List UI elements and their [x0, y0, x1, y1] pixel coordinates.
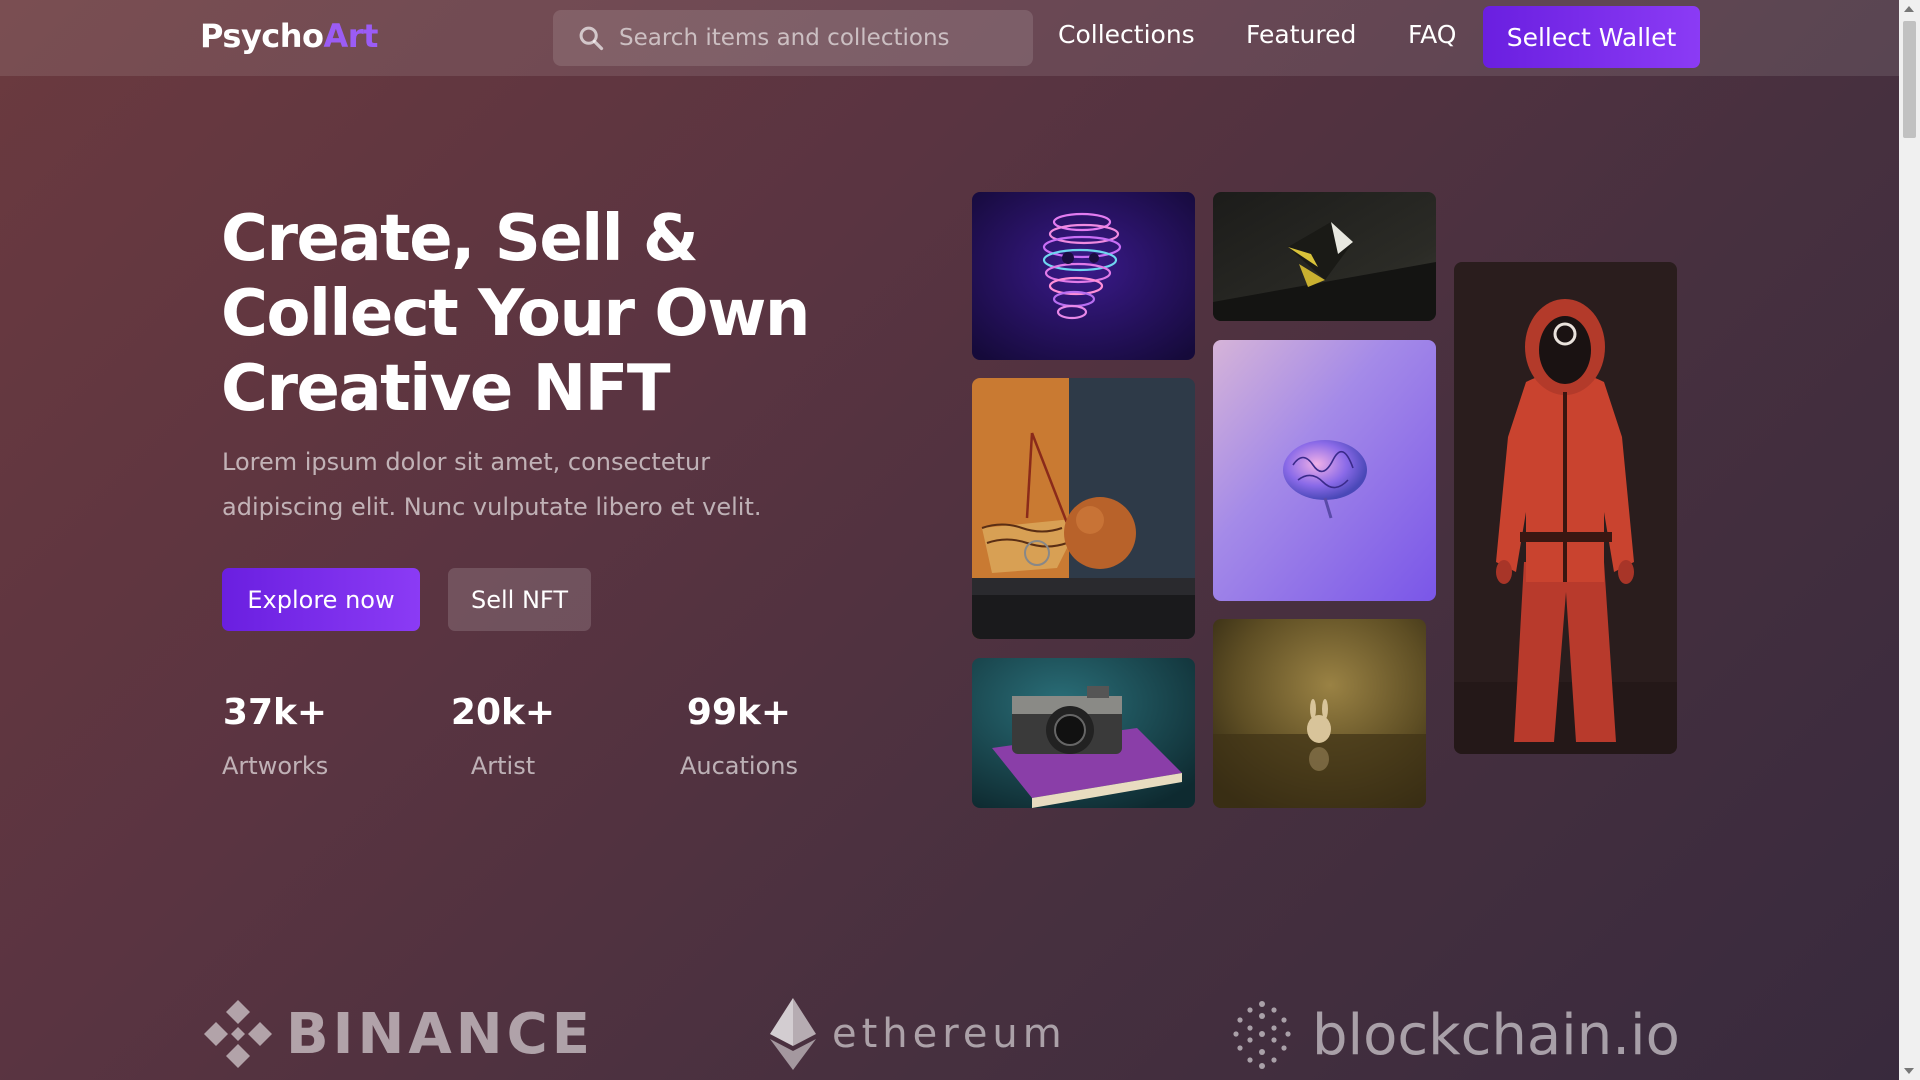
- nft-artwork-red-suit[interactable]: [1454, 262, 1677, 754]
- sell-nft-button[interactable]: Sell NFT: [448, 568, 591, 631]
- partner-binance: BINANCE: [200, 996, 594, 1072]
- partner-ethereum: ethereum: [768, 996, 1067, 1072]
- site-logo[interactable]: PsychoArt: [200, 17, 378, 55]
- partner-name: BINANCE: [286, 1001, 594, 1067]
- top-navbar: PsychoArt Collections Featured FAQ Selle…: [0, 0, 1899, 76]
- stat-label: Artworks: [222, 752, 329, 780]
- search-input[interactable]: [619, 18, 1019, 58]
- nav-featured-link[interactable]: Featured: [1246, 20, 1356, 49]
- stat-value: 99k+: [686, 692, 792, 733]
- hero-title-line: Creative NFT: [221, 352, 671, 426]
- search-icon[interactable]: [577, 24, 605, 52]
- nft-artwork-geometric[interactable]: [1213, 192, 1436, 321]
- blockchain-logo-icon: [1233, 1001, 1291, 1069]
- search-bar: [553, 10, 1033, 66]
- stat-label: Artist: [470, 752, 536, 780]
- stat-value: 20k+: [450, 692, 556, 733]
- nft-artwork-brain[interactable]: [1213, 340, 1436, 601]
- explore-now-button[interactable]: Explore now: [222, 568, 420, 631]
- hero-title-line: Collect Your Own: [221, 277, 810, 351]
- nft-artwork-bunny[interactable]: [1213, 619, 1426, 808]
- nav-faq-link[interactable]: FAQ: [1408, 20, 1456, 49]
- stat-artworks: 37k+ Artworks: [222, 688, 328, 780]
- nft-artwork-orange-sphere[interactable]: [972, 378, 1195, 639]
- hero-description: Lorem ipsum dolor sit amet, consectetur …: [222, 440, 812, 530]
- logo-text-accent: Art: [323, 17, 379, 55]
- scrollbar-thumb[interactable]: [1903, 21, 1916, 138]
- hero-description-line: adipiscing elit. Nunc vulputate libero e…: [222, 493, 762, 521]
- page-scrollbar[interactable]: [1899, 0, 1920, 1080]
- scroll-up-arrow-icon[interactable]: [1904, 6, 1914, 12]
- partner-name: blockchain.io: [1312, 1002, 1680, 1068]
- hero-title-line: Create, Sell &: [221, 202, 699, 276]
- nav-collections-link[interactable]: Collections: [1058, 20, 1195, 49]
- stat-auctions: 99k+ Aucations: [674, 688, 804, 780]
- stat-label: Aucations: [679, 752, 798, 780]
- hero-description-line: Lorem ipsum dolor sit amet, consectetur: [222, 448, 711, 476]
- stat-value: 37k+: [222, 692, 328, 733]
- nft-artwork-neon-head[interactable]: [972, 192, 1195, 360]
- partner-name: ethereum: [832, 1011, 1067, 1057]
- partner-blockchain: blockchain.io: [1230, 998, 1680, 1072]
- ethereum-logo-icon: [770, 998, 816, 1070]
- nft-artwork-camera[interactable]: [972, 658, 1195, 808]
- binance-logo-icon: [204, 1000, 272, 1068]
- select-wallet-button[interactable]: Sellect Wallet: [1483, 6, 1700, 68]
- scroll-down-arrow-icon[interactable]: [1904, 1068, 1914, 1074]
- logo-text-main: Psycho: [200, 17, 324, 55]
- hero-title: Create, Sell & Collect Your Own Creative…: [221, 202, 821, 427]
- stat-artists: 20k+ Artist: [450, 688, 556, 780]
